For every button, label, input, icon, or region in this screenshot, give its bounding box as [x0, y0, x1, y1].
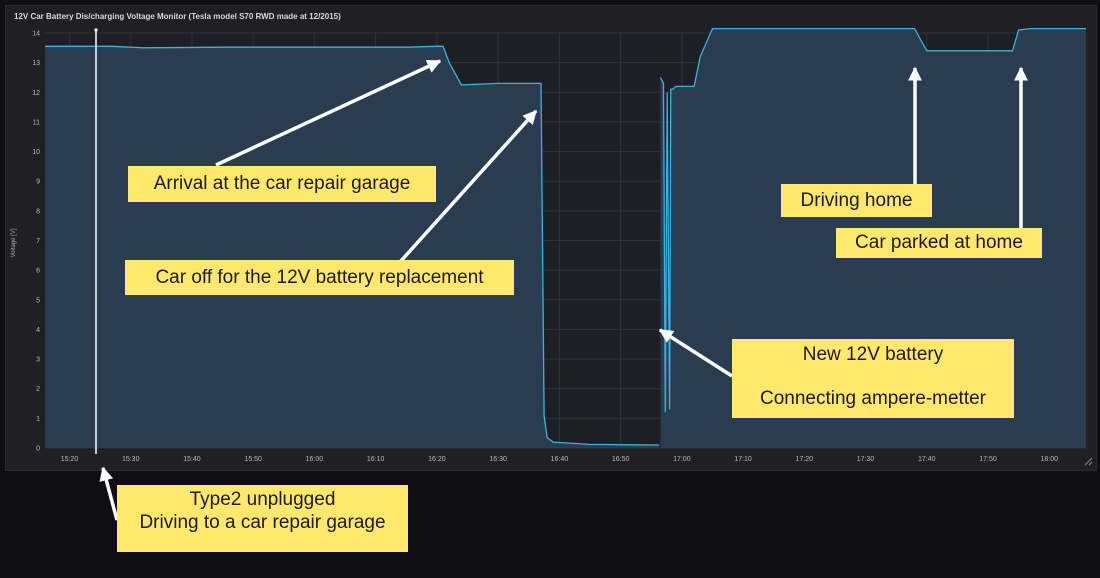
arrow-type2	[99, 466, 119, 521]
annotation-type2: Type2 unplugged Driving to a car repair …	[117, 485, 408, 552]
x-tick-label: 17:20	[796, 456, 814, 463]
y-tick-label: 4	[36, 327, 40, 334]
resize-handle-icon[interactable]	[1084, 457, 1093, 466]
x-tick-label: 16:00	[306, 456, 324, 463]
x-tick-label: 17:30	[857, 456, 875, 463]
annotation-driving-home: Driving home	[781, 184, 932, 217]
annotation-parked-home: Car parked at home	[836, 228, 1042, 258]
annotation-car-off: Car off for the 12V battery replacement	[125, 260, 514, 295]
x-tick-label: 15:30	[122, 456, 140, 463]
x-axis-ticks: 15:20 15:30 15:40 15:50 16:00 16:10 16:20 16:30…	[61, 456, 1058, 463]
annotation-new-battery: New 12V battery Connecting ampere-metter	[732, 339, 1014, 418]
x-tick-label: 15:50	[244, 456, 262, 463]
y-tick-label: 0	[36, 446, 40, 453]
x-tick-label: 18:00	[1040, 456, 1058, 463]
y-tick-label: 14	[32, 31, 40, 38]
y-tick-label: 12	[32, 90, 40, 97]
x-tick-label: 16:40	[551, 456, 569, 463]
x-tick-label: 16:50	[612, 456, 630, 463]
x-tick-label: 16:20	[428, 456, 446, 463]
y-tick-label: 2	[36, 386, 40, 393]
x-tick-label: 17:40	[918, 456, 936, 463]
annotation-arrival: Arrival at the car repair garage	[128, 166, 436, 202]
y-tick-label: 7	[36, 238, 40, 245]
y-tick-label: 11	[33, 119, 40, 126]
y-tick-label: 8	[36, 208, 40, 215]
y-tick-label: 9	[36, 179, 40, 186]
x-tick-label: 16:30	[489, 456, 507, 463]
x-tick-label: 15:40	[183, 456, 201, 463]
y-tick-label: 3	[36, 357, 40, 364]
event-marker-dot	[94, 28, 98, 32]
x-tick-label: 17:00	[673, 456, 691, 463]
x-tick-label: 15:20	[61, 456, 79, 463]
y-tick-label: 5	[36, 297, 40, 304]
y-axis-ticks: 01234567891011121314	[32, 31, 40, 453]
y-tick-label: 1	[36, 416, 40, 423]
y-tick-label: 6	[36, 268, 40, 275]
y-tick-label: 10	[32, 149, 40, 156]
x-tick-label: 16:10	[367, 456, 385, 463]
x-tick-label: 17:10	[734, 456, 752, 463]
y-tick-label: 13	[32, 60, 40, 67]
x-tick-label: 17:50	[979, 456, 997, 463]
